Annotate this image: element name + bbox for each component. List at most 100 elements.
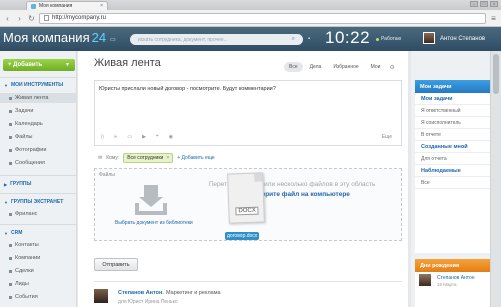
user-name[interactable]: Антон Степанов <box>440 36 485 42</box>
sidebar-item-label: Фотографии <box>15 147 47 153</box>
notification-icon[interactable]: ▪ <box>308 36 310 42</box>
browser-tab[interactable]: Моя компания × <box>26 1 108 10</box>
recipient-chip[interactable]: Все сотрудники × <box>123 153 174 163</box>
upload-icon[interactable] <box>135 185 167 215</box>
scrollbar-thumb[interactable] <box>493 54 499 94</box>
add-button[interactable]: + Добавить ▼ <box>3 59 75 71</box>
file-drop-zone[interactable]: Файлы Выбрать документ из библиотеки Пер… <box>94 168 402 241</box>
task-link[interactable]: Созданные мной <box>415 141 501 153</box>
quote-icon[interactable]: ❝ <box>156 134 159 140</box>
monitor-icon[interactable]: ▭ <box>110 36 116 43</box>
files-label: Файлы <box>99 172 115 178</box>
group-icon <box>9 212 12 216</box>
page-title: Живая лента <box>94 57 161 69</box>
feed-author[interactable]: Степанов Антон <box>118 290 162 296</box>
arrow-right-icon: → <box>160 290 166 296</box>
feed-filter-tabs: Все Дела Избранное Мои ⚙ <box>284 62 395 72</box>
feed-group[interactable]: Маркетинг и реклама <box>166 290 221 296</box>
task-link[interactable]: Все <box>415 177 501 189</box>
work-status[interactable]: Работаю <box>376 36 401 42</box>
sidebar-item-companies[interactable]: Компании <box>0 253 77 263</box>
birthday-item[interactable]: Степанов Антон 16 Марта <box>419 272 501 290</box>
gear-icon[interactable]: ⚙ <box>389 64 394 71</box>
back-icon[interactable]: ‹ <box>3 14 12 23</box>
url-field[interactable]: http://mycompany.ru <box>39 12 486 24</box>
add-recipient-link[interactable]: + Добавить еще <box>177 155 214 161</box>
task-link[interactable]: Мои задачи <box>415 93 501 105</box>
birthday-avatar[interactable] <box>419 274 431 286</box>
task-link[interactable]: Я соисполнитель <box>415 117 501 129</box>
post-editor[interactable]: Юристы прислали новый договор - посмотри… <box>94 80 402 146</box>
sidebar-item-leads[interactable]: Лиды <box>0 279 77 289</box>
more-button[interactable]: Еще <box>382 134 392 140</box>
remove-icon[interactable]: × <box>166 155 169 161</box>
maximize-icon[interactable]: □ <box>480 1 488 7</box>
section-groups[interactable]: ▶ ГРУППЫ <box>0 181 77 187</box>
task-link[interactable]: Для отчета <box>415 153 501 165</box>
video-icon[interactable]: ▶ <box>142 134 146 140</box>
sidebar-item-feed[interactable]: Живая лента <box>0 93 77 103</box>
doc-name-tag: договор.docx <box>225 232 260 240</box>
user-avatar[interactable] <box>423 32 435 44</box>
search-input[interactable]: искать сотрудника, документ, прочее... ⌕ <box>130 34 303 45</box>
sidebar-item-events[interactable]: События <box>0 292 77 302</box>
browser-menu-icon[interactable]: ≡ <box>489 14 498 23</box>
reload-icon[interactable]: ↻ <box>27 14 36 23</box>
filter-tab-favorites[interactable]: Избранное <box>328 62 363 72</box>
sidebar-item-tasks[interactable]: Задачи <box>0 106 77 116</box>
birthdays-panel-title: Дни рождения <box>415 259 501 272</box>
search-placeholder: искать сотрудника, документ, прочее... <box>138 36 228 43</box>
send-button[interactable]: Отправить <box>94 258 138 271</box>
image-icon[interactable]: ▭ <box>127 134 132 140</box>
sidebar-item-contacts[interactable]: Контакты <box>0 240 77 250</box>
file-icon[interactable]: ▯ <box>101 134 104 140</box>
sidebar-item-files[interactable]: Файлы <box>0 132 77 142</box>
collapse-icon: ▼ <box>4 199 8 205</box>
divider <box>0 175 77 176</box>
tasks-panel-title[interactable]: Мои задачи <box>415 80 501 93</box>
sidebar-item-label: Компании <box>15 255 41 261</box>
filter-tab-mine[interactable]: Мои <box>366 62 386 72</box>
task-link[interactable]: Наблюдаемые <box>415 165 501 177</box>
section-label: МОИ ИНСТРУМЕНТЫ <box>10 82 64 88</box>
left-sidebar: + Добавить ▼ ▼ МОИ ИНСТРУМЕНТЫ Живая лент… <box>0 51 77 307</box>
author-avatar[interactable] <box>94 289 108 303</box>
section-crm[interactable]: ▼ CRM <box>0 230 77 236</box>
sidebar-item-label: Задачи <box>15 108 34 114</box>
sidebar-item-messages[interactable]: Сообщения <box>0 158 77 168</box>
sidebar-item-calendar[interactable]: Календарь <box>0 119 77 129</box>
sidebar-item-deals[interactable]: Сделки <box>0 266 77 276</box>
forward-icon[interactable]: › <box>15 14 24 23</box>
section-my-tools[interactable]: ▼ МОИ ИНСТРУМЕНТЫ <box>0 82 77 88</box>
favicon-icon <box>31 3 36 9</box>
vertical-scrollbar[interactable] <box>490 51 501 307</box>
doc-type-badge: DOCX <box>235 206 259 216</box>
logo[interactable]: Моя компания 24 <box>3 30 106 45</box>
tab-close-icon[interactable]: × <box>100 3 103 9</box>
filter-tab-all[interactable]: Все <box>284 62 303 72</box>
editor-toolbar: ▯ ∞ ▭ ▶ ❝ ◉ <box>101 134 173 140</box>
link-icon[interactable]: ∞ <box>114 134 118 140</box>
mention-icon[interactable]: ◉ <box>169 134 173 140</box>
task-link[interactable]: В отчете <box>415 129 501 141</box>
task-link[interactable]: Я ответственный <box>415 105 501 117</box>
tasks-icon <box>9 109 12 113</box>
choose-file-link[interactable]: или выберите файл на компьютере <box>187 190 397 200</box>
leads-icon <box>9 282 12 286</box>
post-text[interactable]: Юристы прислали новый договор - посмотри… <box>99 86 276 92</box>
section-groups-extranet[interactable]: ▼ ГРУППЫ ЭКСТРАНЕТ <box>0 199 77 205</box>
page-icon <box>44 15 49 21</box>
library-link[interactable]: Выбрать документ из библиотеки <box>115 220 193 226</box>
close-window-icon[interactable]: × <box>490 1 498 7</box>
sidebar-item-label: Сделки <box>15 268 34 274</box>
sidebar-item-photos[interactable]: Фотографии <box>0 145 77 155</box>
recipient-label: Все сотрудники <box>127 155 164 161</box>
search-icon[interactable]: ⌕ <box>292 36 295 43</box>
expand-icon: ▶ <box>4 181 8 187</box>
birthday-name[interactable]: Степанов Антон <box>437 275 475 281</box>
recipients-row: ✉ Кому: Все сотрудники × + Добавить еще <box>94 151 402 165</box>
feed-item[interactable]: Степанов Антон → Маркетинг и реклама для… <box>94 287 402 307</box>
minimize-icon[interactable]: – <box>470 1 478 7</box>
filter-tab-tasks[interactable]: Дела <box>305 62 327 72</box>
sidebar-item-freelance[interactable]: Фриланс <box>0 209 77 219</box>
